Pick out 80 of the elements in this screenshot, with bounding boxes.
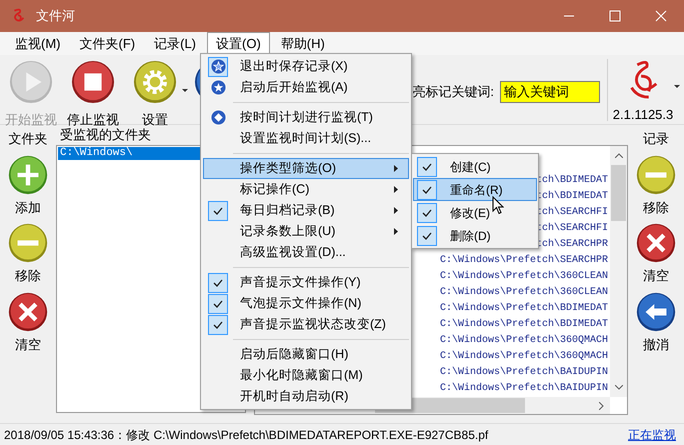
cursor-icon [492,196,504,215]
log-row-text: C:\Windows\Prefetch\BDIMEDAT [440,318,608,332]
checkmark-icon[interactable] [208,314,228,334]
log-row-text: C:\Windows\Prefetch\SEARCHPR [440,254,608,268]
checkmark-icon[interactable] [208,200,228,220]
caret-icon[interactable] [182,89,188,93]
menu-item[interactable]: 重命名(R) [413,178,537,201]
menu-item[interactable]: 高级监视设置(D)... [203,242,409,263]
close-icon [8,292,48,332]
checkmark-icon[interactable] [417,226,437,246]
menu-item[interactable]: 退出时保存记录(X) [203,56,409,77]
checkmark-icon[interactable] [208,294,228,314]
stop-icon [71,60,115,104]
menu-item[interactable]: 启动后开始监视(A) [203,77,409,98]
keyword-field[interactable]: 输入关键词 [500,81,600,103]
gear-icon [133,60,177,104]
checkmark-icon[interactable] [417,202,437,222]
close-icon [636,223,676,263]
checkmark-icon[interactable] [417,180,437,200]
caret-icon[interactable] [674,85,680,89]
log-row-text: tch\SEARCHFI [536,206,608,220]
minus-icon [8,223,48,263]
side-button[interactable]: 清空 [8,292,48,354]
menu-item[interactable]: 标记操作(C) [203,179,409,200]
menu-item[interactable]: 每日归档记录(B) [203,200,409,221]
checkmark-icon[interactable] [208,272,228,292]
star-badge-icon [210,59,226,74]
menu-item[interactable]: 设置(O) [207,32,270,55]
menu-item[interactable]: 删除(D) [413,224,537,247]
scroll-thumb[interactable] [611,165,626,221]
menu-item[interactable]: 修改(E) [413,201,537,224]
log-row-text: C:\Windows\Prefetch\BAIDUPIN [440,366,608,380]
side-button[interactable]: 清空 [636,223,676,286]
side-button[interactable]: 移除 [8,223,48,286]
log-row-text: C:\Windows\Prefetch\360QMACH [440,350,608,364]
menu-item[interactable]: 文件夹(F) [72,32,144,55]
log-row-text: tch\BDIMEDAT [536,174,608,188]
keyword-label: 亮标记关键词: [412,83,494,102]
log-row-text: C:\Windows\Prefetch\BAIDUPIN [440,382,608,396]
panel-label: 记录 [643,130,669,148]
log-row-text: tch\SEARCHFI [536,222,608,236]
side-button[interactable]: 移除 [636,154,676,217]
menu-item[interactable]: 启动后隐藏窗口(H) [203,344,409,365]
checkmark-icon[interactable] [417,156,437,176]
menu-item[interactable]: 声音提示文件操作(Y) [203,272,409,293]
side-button[interactable]: 撤消 [636,292,676,354]
menu-item[interactable]: 气泡提示文件操作(N) [203,293,409,314]
star-badge-icon [210,80,226,95]
window-title: 文件河 [36,7,75,26]
menu-item[interactable]: 记录(L) [146,32,204,55]
scroll-up-icon[interactable] [614,153,622,158]
menu-item[interactable]: 帮助(H) [272,32,333,55]
status-message: 2018/09/05 15:43:36：修改 C:\Windows\Prefetch\BDIMEDATAREPORT.EXE-E927CB85.pf [4,426,488,444]
log-row-text: C:\Windows\Prefetch\360QMACH [440,334,608,348]
menu-item[interactable]: 最小化时隐藏窗口(M) [203,365,409,386]
menu-item[interactable]: 监视(M) [7,32,68,55]
plus-icon [8,154,48,194]
side-button[interactable]: 添加 [8,154,48,217]
back-arrow-icon [636,292,676,332]
log-row-text: C:\Windows\Prefetch\BDIMEDAT [440,302,608,316]
menu-item[interactable]: 声音提示监视状态改变(Z) [203,314,409,335]
minus-icon [636,154,676,194]
panel-label: 文件夹 [8,130,48,148]
play-icon [9,60,53,104]
scroll-right-icon[interactable] [599,402,604,410]
log-row-text: tch\BDIMEDAT [536,190,608,204]
log-row-text: tch\SEARCHPR [536,238,608,252]
menu-item[interactable]: 创建(C) [413,155,537,178]
menu-item[interactable]: 按时间计划进行监视(T) [203,107,409,128]
log-row-text: C:\Windows\Prefetch\360CLEAN [440,286,608,300]
menu-item[interactable]: 设置监视时间计划(S)... [203,128,409,149]
menu-item[interactable]: 操作类型筛选(O) [203,158,409,179]
diamond-badge-icon [210,110,226,125]
scroll-down-icon[interactable] [614,385,622,390]
version-label: 2.1.1125.3 [612,106,674,124]
log-row-text: C:\Windows\Prefetch\360CLEAN [440,270,608,284]
menu-item[interactable]: 开机时自动启动(R) [203,386,409,407]
menu-item[interactable]: 记录条数上限(U) [203,221,409,242]
status-link[interactable]: 正在监视 [628,426,676,444]
vertical-scrollbar[interactable] [610,146,627,397]
